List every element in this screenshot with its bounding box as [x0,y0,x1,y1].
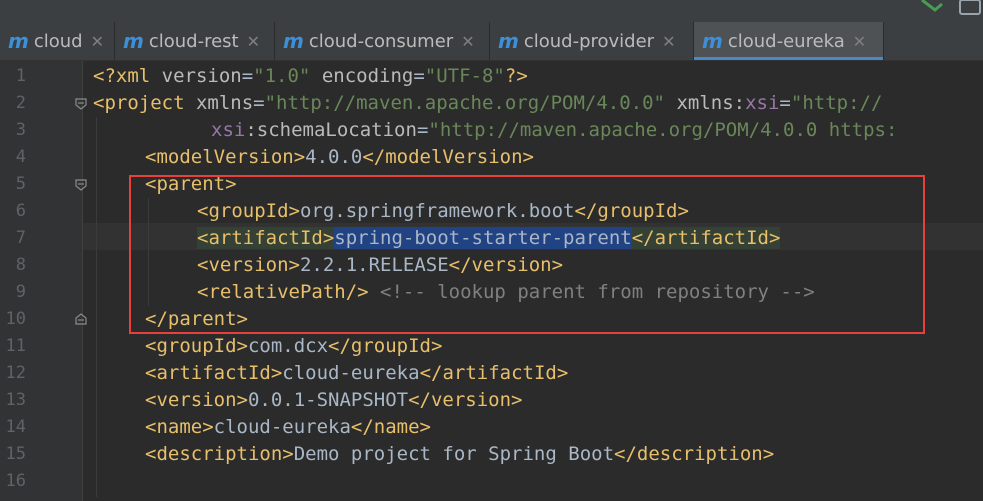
code-line-11: <groupId>com.dcx</groupId> [145,335,443,357]
tab-cloud-rest[interactable]: m cloud-rest ✕ [115,22,275,60]
close-icon[interactable]: ✕ [247,32,260,51]
fold-collapse-icon[interactable] [74,97,88,111]
tab-label: cloud-consumer [308,30,454,52]
tab-cloud-eureka[interactable]: m cloud-eureka ✕ [694,22,884,60]
maven-icon: m [702,29,723,53]
code-line-15: <description>Demo project for Spring Boo… [145,443,775,465]
close-icon[interactable]: ✕ [91,32,104,51]
toolbar-icons[interactable] [0,0,983,22]
close-icon[interactable]: ✕ [662,32,675,51]
tab-cloud-provider[interactable]: m cloud-provider ✕ [490,22,694,60]
editor-tab-bar: m cloud ✕ m cloud-rest ✕ m cloud-consume… [0,22,983,61]
code-line-2: <project xmlns="http://maven.apache.org/… [93,92,883,114]
maven-icon: m [123,29,144,53]
maven-icon: m [283,29,304,53]
window-top-strip [0,0,983,22]
code-line-3: xsi:schemaLocation="http://maven.apache.… [211,119,898,141]
annotation-highlight-box [129,175,925,334]
maven-icon: m [8,29,29,53]
code-line-1: <?xml version="1.0" encoding="UTF-8"?> [93,65,528,87]
code-line-13: <version>0.0.1-SNAPSHOT</version> [145,389,523,411]
code-line-12: <artifactId>cloud-eureka</artifactId> [145,362,569,384]
fold-collapse-icon[interactable] [74,178,88,192]
close-icon[interactable]: ✕ [461,32,474,51]
tab-label: cloud [33,30,83,52]
indent-guide [96,117,97,497]
tab-label: cloud-eureka [727,30,845,52]
fold-end-icon[interactable] [74,312,88,326]
maven-icon: m [498,29,519,53]
tab-label: cloud-rest [148,30,239,52]
code-line-14: <name>cloud-eureka</name> [145,416,431,438]
close-icon[interactable]: ✕ [853,32,866,51]
code-line-4: <modelVersion>4.0.0</modelVersion> [145,146,534,168]
tab-cloud-consumer[interactable]: m cloud-consumer ✕ [275,22,490,60]
tab-label: cloud-provider [523,30,655,52]
tab-cloud[interactable]: m cloud ✕ [0,22,115,60]
